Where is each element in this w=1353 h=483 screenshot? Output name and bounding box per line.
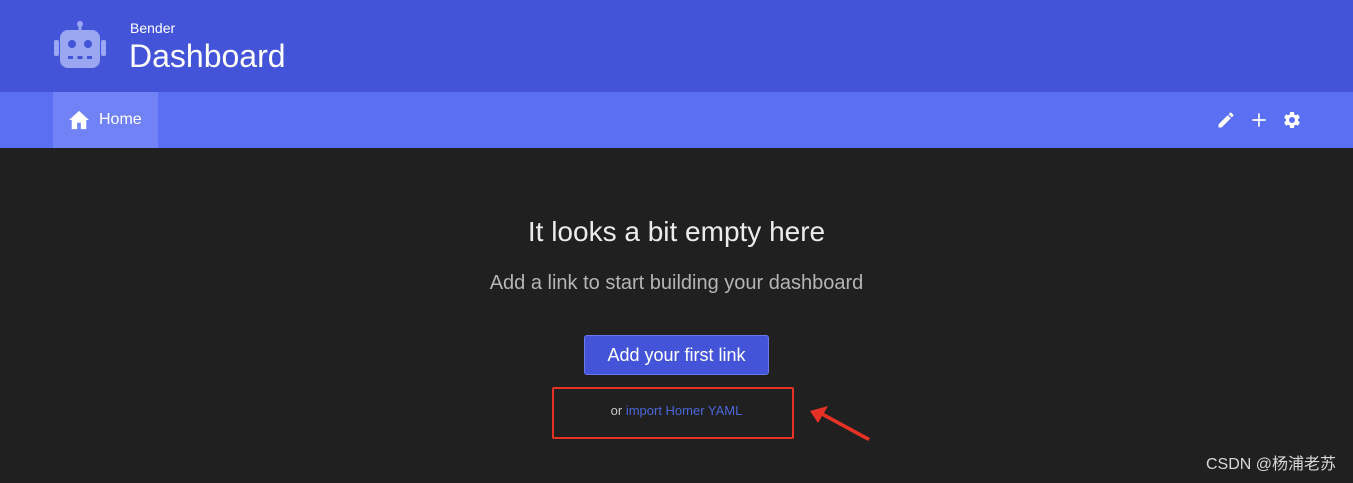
plus-icon xyxy=(1252,113,1266,127)
add-button[interactable] xyxy=(1247,108,1271,132)
settings-button[interactable] xyxy=(1280,108,1304,132)
nav-item-home[interactable]: Home xyxy=(53,92,158,148)
pencil-icon xyxy=(1218,112,1234,128)
watermark: CSDN @杨浦老苏 xyxy=(1205,456,1336,473)
robot-icon xyxy=(54,21,106,68)
empty-state-subtitle: Add a link to start building your dashbo… xyxy=(489,272,864,294)
page-title: Dashboard xyxy=(129,38,286,74)
annotation-arrow-icon xyxy=(810,406,870,441)
navbar: Home xyxy=(0,92,1353,148)
home-icon xyxy=(69,110,89,130)
edit-button[interactable] xyxy=(1214,108,1238,132)
gear-icon xyxy=(1284,111,1300,128)
add-first-link-button[interactable]: Add your first link xyxy=(584,335,769,375)
nav-actions xyxy=(1214,108,1304,132)
app-header: Bender Dashboard xyxy=(0,0,1353,92)
annotation-highlight-box xyxy=(552,387,794,439)
main-content: It looks a bit empty here Add a link to … xyxy=(0,148,1353,483)
nav-item-label: Home xyxy=(99,111,142,128)
empty-state-title: It looks a bit empty here xyxy=(527,216,826,247)
brand-subtitle: Bender xyxy=(130,20,176,36)
